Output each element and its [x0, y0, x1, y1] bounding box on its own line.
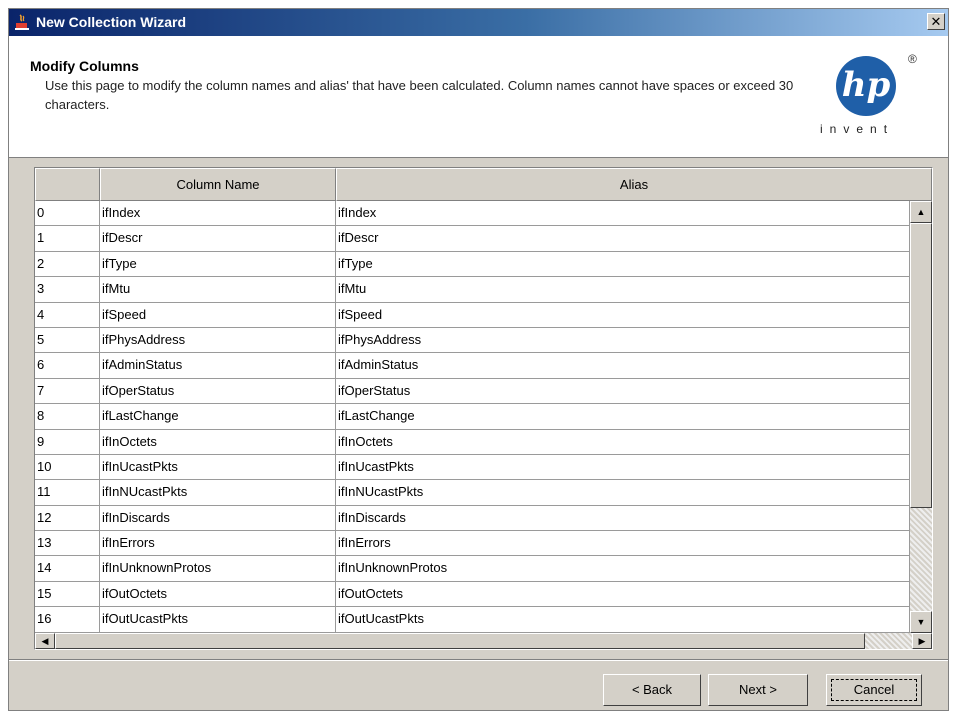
- column-name-cell[interactable]: ifInUnknownProtos: [100, 556, 336, 582]
- column-name-cell[interactable]: ifType: [100, 251, 336, 278]
- next-button[interactable]: Next >: [708, 674, 808, 706]
- table-row[interactable]: 10 ifInUcastPkts ifInUcastPkts: [35, 454, 910, 481]
- column-name-cell[interactable]: ifDescr: [100, 226, 336, 252]
- table-row[interactable]: 5 ifPhysAddress ifPhysAddress: [35, 327, 910, 354]
- java-cup-icon: [15, 14, 29, 30]
- horizontal-scrollbar[interactable]: ◀ ▶: [35, 633, 932, 649]
- table-row[interactable]: 8 ifLastChange ifLastChange: [35, 404, 910, 430]
- vertical-scrollbar[interactable]: ▲ ▼: [910, 201, 932, 633]
- column-name-cell[interactable]: ifOutUcastPkts: [100, 607, 336, 633]
- wizard-window: New Collection Wizard ✕ Modify Columns U…: [8, 8, 949, 711]
- column-name-cell[interactable]: ifSpeed: [100, 302, 336, 328]
- cancel-button[interactable]: Cancel: [826, 674, 922, 706]
- column-name-cell[interactable]: ifAdminStatus: [100, 353, 336, 379]
- hp-tagline: invent: [820, 122, 895, 136]
- column-name-cell[interactable]: ifInDiscards: [100, 505, 336, 532]
- alias-cell[interactable]: ifInNUcastPkts: [336, 480, 910, 506]
- scroll-up-icon[interactable]: ▲: [910, 201, 932, 223]
- column-name-cell[interactable]: ifInOctets: [100, 429, 336, 455]
- alias-cell[interactable]: ifInDiscards: [336, 505, 910, 532]
- hp-logo: hp ® invent: [814, 52, 934, 152]
- alias-cell[interactable]: ifLastChange: [336, 404, 910, 430]
- row-index-cell: 1: [35, 226, 100, 252]
- table-body: 0 ifIndex ifIndex 1 ifDescr ifDescr 2 ifType ifT…: [35, 201, 910, 633]
- table-row[interactable]: 1 ifDescr ifDescr: [35, 226, 910, 252]
- row-index-cell: 15: [35, 581, 100, 608]
- scroll-right-icon[interactable]: ▶: [912, 633, 932, 649]
- table-row[interactable]: 4 ifSpeed ifSpeed: [35, 302, 910, 328]
- wizard-header: Modify Columns Use this page to modify t…: [9, 36, 948, 158]
- row-index-cell: 12: [35, 505, 100, 532]
- table-row[interactable]: 6 ifAdminStatus ifAdminStatus: [35, 353, 910, 379]
- table-header: Column Name Alias: [35, 168, 932, 201]
- alias-cell[interactable]: ifOutOctets: [336, 581, 910, 608]
- alias-cell[interactable]: ifAdminStatus: [336, 353, 910, 379]
- scroll-left-icon[interactable]: ◀: [35, 633, 55, 649]
- table-row[interactable]: 3 ifMtu ifMtu: [35, 277, 910, 303]
- horizontal-scroll-thumb[interactable]: [55, 633, 865, 649]
- column-name-cell[interactable]: ifOperStatus: [100, 378, 336, 405]
- row-index-cell: 8: [35, 404, 100, 430]
- table-row[interactable]: 9 ifInOctets ifInOctets: [35, 429, 910, 455]
- table-row[interactable]: 12 ifInDiscards ifInDiscards: [35, 505, 910, 532]
- column-name-cell[interactable]: ifPhysAddress: [100, 327, 336, 354]
- column-name-cell[interactable]: ifIndex: [100, 201, 336, 227]
- alias-cell[interactable]: ifSpeed: [336, 302, 910, 328]
- table-row[interactable]: 2 ifType ifType: [35, 251, 910, 278]
- row-index-cell: 2: [35, 251, 100, 278]
- alias-cell[interactable]: ifPhysAddress: [336, 327, 910, 354]
- row-index-cell: 6: [35, 353, 100, 379]
- alias-cell[interactable]: ifInUcastPkts: [336, 454, 910, 481]
- footer-divider: [9, 659, 948, 661]
- row-index-cell: 5: [35, 327, 100, 354]
- row-index-cell: 11: [35, 480, 100, 506]
- column-name-cell[interactable]: ifOutOctets: [100, 581, 336, 608]
- row-index-cell: 3: [35, 277, 100, 303]
- close-button[interactable]: ✕: [927, 13, 945, 30]
- column-name-cell[interactable]: ifInNUcastPkts: [100, 480, 336, 506]
- row-index-cell: 16: [35, 607, 100, 633]
- page-heading: Modify Columns: [30, 58, 139, 74]
- column-header-alias[interactable]: Alias: [336, 168, 932, 201]
- row-index-cell: 13: [35, 531, 100, 557]
- alias-cell[interactable]: ifInUnknownProtos: [336, 556, 910, 582]
- page-description: Use this page to modify the column names…: [45, 78, 794, 112]
- alias-cell[interactable]: ifDescr: [336, 226, 910, 252]
- table-row[interactable]: 0 ifIndex ifIndex: [35, 201, 910, 227]
- alias-cell[interactable]: ifInErrors: [336, 531, 910, 557]
- row-index-cell: 10: [35, 454, 100, 481]
- alias-cell[interactable]: ifType: [336, 251, 910, 278]
- table-row[interactable]: 14 ifInUnknownProtos ifInUnknownProtos: [35, 556, 910, 582]
- registered-mark: ®: [908, 52, 917, 66]
- table-row[interactable]: 15 ifOutOctets ifOutOctets: [35, 581, 910, 608]
- column-name-cell[interactable]: ifInErrors: [100, 531, 336, 557]
- scroll-down-icon[interactable]: ▼: [910, 611, 932, 633]
- title-bar[interactable]: New Collection Wizard ✕: [9, 9, 948, 36]
- row-index-cell: 9: [35, 429, 100, 455]
- columns-table: Column Name Alias 0 ifIndex ifIndex 1 ifDesc…: [34, 167, 933, 650]
- alias-cell[interactable]: ifOperStatus: [336, 378, 910, 405]
- row-index-cell: 0: [35, 201, 100, 227]
- table-row[interactable]: 13 ifInErrors ifInErrors: [35, 531, 910, 557]
- column-name-cell[interactable]: ifLastChange: [100, 404, 336, 430]
- alias-cell[interactable]: ifIndex: [336, 201, 910, 227]
- table-row[interactable]: 16 ifOutUcastPkts ifOutUcastPkts: [35, 607, 910, 633]
- alias-cell[interactable]: ifInOctets: [336, 429, 910, 455]
- row-index-cell: 4: [35, 302, 100, 328]
- row-index-cell: 7: [35, 378, 100, 405]
- table-row[interactable]: 7 ifOperStatus ifOperStatus: [35, 378, 910, 405]
- alias-cell[interactable]: ifMtu: [336, 277, 910, 303]
- vertical-scroll-thumb[interactable]: [910, 223, 932, 508]
- row-index-cell: 14: [35, 556, 100, 582]
- hp-logo-mark: hp: [836, 56, 896, 116]
- column-name-cell[interactable]: ifMtu: [100, 277, 336, 303]
- table-row[interactable]: 11 ifInNUcastPkts ifInNUcastPkts: [35, 480, 910, 506]
- window-title: New Collection Wizard: [36, 14, 187, 30]
- column-header-index[interactable]: [35, 168, 100, 201]
- column-name-cell[interactable]: ifInUcastPkts: [100, 454, 336, 481]
- column-header-name[interactable]: Column Name: [100, 168, 336, 201]
- back-button[interactable]: < Back: [603, 674, 701, 706]
- alias-cell[interactable]: ifOutUcastPkts: [336, 607, 910, 633]
